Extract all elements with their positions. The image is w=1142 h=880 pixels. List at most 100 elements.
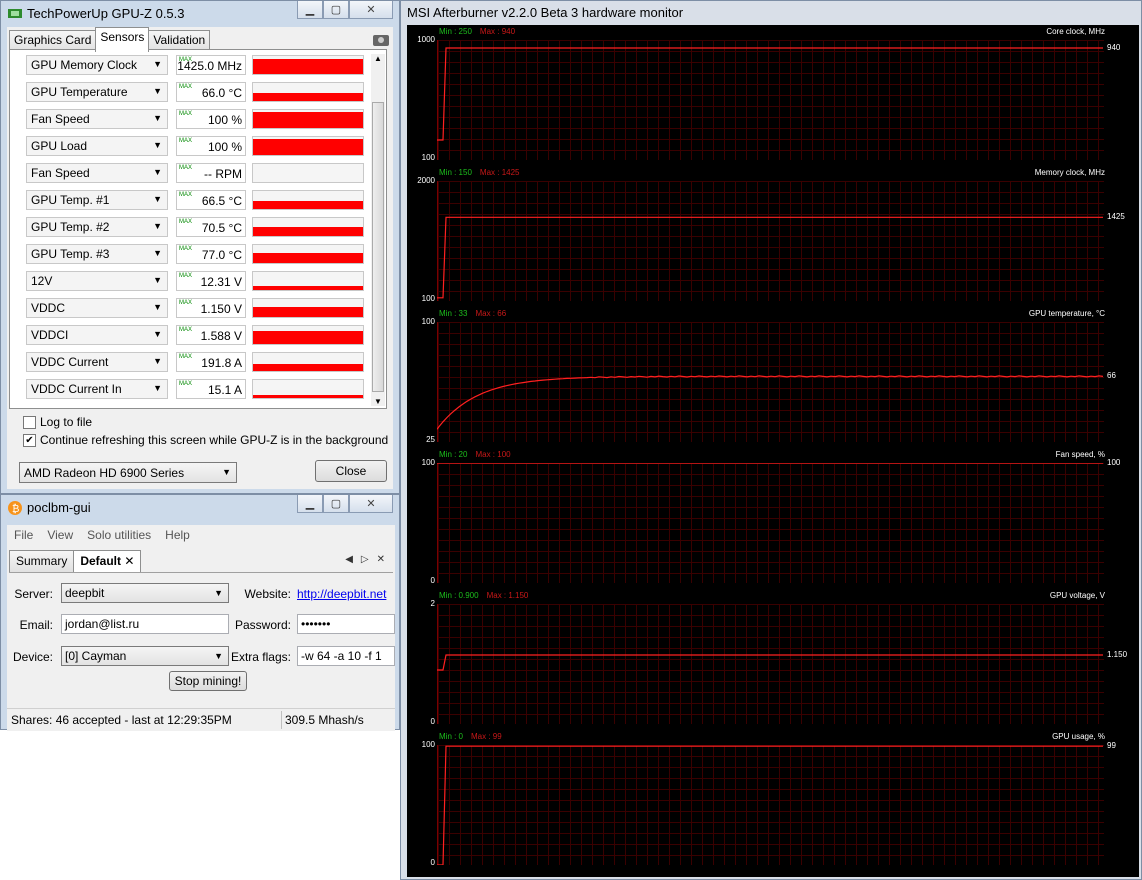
sensor-name-select[interactable]: VDDC Current In ▼ <box>26 379 168 399</box>
sensor-value-box: MAX 66.0 °C <box>176 82 246 102</box>
poclbm-client: File View Solo utilities Help Summary De… <box>7 525 395 731</box>
sensor-name-select[interactable]: GPU Load ▼ <box>26 136 168 156</box>
maximize-button[interactable]: ▢ <box>323 495 349 513</box>
tab-summary[interactable]: Summary <box>9 550 75 572</box>
scrollbar-thumb[interactable] <box>372 102 384 392</box>
svg-text:₿: ₿ <box>12 503 19 515</box>
chevron-down-icon: ▼ <box>153 248 162 258</box>
sensor-name-select[interactable]: GPU Temp. #3 ▼ <box>26 244 168 264</box>
sensor-name-select[interactable]: 12V ▼ <box>26 271 168 291</box>
monitor-graph: Min : 0.900 Max : 1.150 GPU voltage, V 2 0 1.… <box>407 589 1139 730</box>
stop-mining-button[interactable]: Stop mining! <box>169 671 247 691</box>
graph-line-svg <box>437 745 1103 865</box>
sensor-name-select[interactable]: GPU Temp. #1 ▼ <box>26 190 168 210</box>
sensor-value: 1.150 V <box>200 302 242 316</box>
gpuz-titlebar[interactable]: TechPowerUp GPU-Z 0.5.3 ▁ ▢ ✕ <box>1 1 399 27</box>
refresh-checkbox-box[interactable]: ✔ <box>23 433 36 447</box>
gpuz-client: Graphics Card Sensors Validation GPU Mem… <box>7 27 393 489</box>
scroll-down-icon[interactable]: ▼ <box>374 397 382 406</box>
sensor-graph-fill <box>253 364 363 371</box>
graph-ymax: 100 <box>421 317 435 326</box>
graph-ymin: 0 <box>430 858 435 867</box>
status-bar: Shares: 46 accepted - last at 12:29:35PM… <box>7 708 395 731</box>
sensor-name-select[interactable]: GPU Temperature ▼ <box>26 82 168 102</box>
extra-flags-field[interactable]: -w 64 -a 10 -f 1 <box>297 646 395 666</box>
tab-sensors[interactable]: Sensors <box>95 27 150 52</box>
max-badge: MAX <box>179 273 193 279</box>
max-badge: MAX <box>179 111 193 117</box>
sensor-value-box: MAX 1425.0 MHz <box>176 55 246 75</box>
sensor-name-select[interactable]: VDDCI ▼ <box>26 325 168 345</box>
close-tab-icon[interactable]: ✕ <box>124 554 134 568</box>
graph-min: Min : 20 <box>439 450 468 459</box>
extra-flags-label: Extra flags: <box>230 650 291 664</box>
sensor-name-select[interactable]: Fan Speed ▼ <box>26 109 168 129</box>
close-window-button[interactable]: ✕ <box>349 1 393 19</box>
bitcoin-icon: ₿ <box>8 501 22 515</box>
tab-graphics-card[interactable]: Graphics Card <box>9 30 97 51</box>
tab-validation[interactable]: Validation <box>148 30 211 51</box>
sensor-value-box: MAX 100 % <box>176 136 246 156</box>
website-link[interactable]: http://deepbit.net <box>297 587 386 601</box>
monitor-graph: Min : 150 Max : 1425 Memory clock, MHz 2000… <box>407 166 1139 307</box>
graph-ymin: 100 <box>421 294 435 303</box>
password-field[interactable]: ••••••• <box>297 614 395 634</box>
max-badge: MAX <box>179 165 193 171</box>
series-line <box>437 216 1103 299</box>
server-select[interactable]: deepbit ▼ <box>61 583 229 603</box>
menu-help[interactable]: Help <box>158 525 197 545</box>
log-checkbox-box[interactable] <box>23 415 36 429</box>
chevron-down-icon: ▼ <box>153 356 162 366</box>
status-shares: Shares: 46 accepted - last at 12:29:35PM <box>11 713 232 727</box>
website-label: Website: <box>244 587 291 601</box>
chevron-down-icon: ▼ <box>153 302 162 312</box>
minimize-button[interactable]: ▁ <box>297 1 323 19</box>
minimize-button[interactable]: ▁ <box>297 495 323 513</box>
sensor-name-select[interactable]: GPU Temp. #2 ▼ <box>26 217 168 237</box>
tab-default[interactable]: Default ✕ <box>73 550 142 572</box>
sensor-row: GPU Temp. #2 ▼ MAX 70.5 °C <box>26 217 366 239</box>
graph-title: Memory clock, MHz <box>1034 168 1105 177</box>
graph-line-svg <box>437 375 1103 430</box>
sensor-name-select[interactable]: Fan Speed ▼ <box>26 163 168 183</box>
sensor-row: Fan Speed ▼ MAX 100 % <box>26 109 366 131</box>
close-window-button[interactable]: ✕ <box>349 495 393 513</box>
gpuz-title: TechPowerUp GPU-Z 0.5.3 <box>27 6 185 21</box>
tab-scroll-arrows[interactable]: ◀▷✕ <box>345 554 393 565</box>
graph-max: Max : 1.150 <box>486 591 529 600</box>
log-to-file-checkbox[interactable]: Log to file <box>23 415 92 429</box>
sensor-graph-fill <box>253 112 363 128</box>
sensor-name: GPU Temp. #3 <box>31 247 110 261</box>
sensor-scrollbar[interactable]: ▲ ▼ <box>371 54 385 406</box>
menu-solo-utilities[interactable]: Solo utilities <box>80 525 158 545</box>
monitor-graph: Min : 250 Max : 940 Core clock, MHz 1000 100… <box>407 25 1139 166</box>
monitor-graph: Min : 33 Max : 66 GPU temperature, °C 100 25… <box>407 307 1139 448</box>
sensor-name-select[interactable]: VDDC Current ▼ <box>26 352 168 372</box>
continue-refresh-checkbox[interactable]: ✔ Continue refreshing this screen while … <box>23 433 388 447</box>
series-line <box>437 375 1103 430</box>
email-label: Email: <box>19 618 53 632</box>
chevron-down-icon: ▼ <box>222 467 231 477</box>
graph-max: Max : 1425 <box>479 168 520 177</box>
scroll-up-icon[interactable]: ▲ <box>374 54 382 63</box>
graph-ymax: 100 <box>421 458 435 467</box>
sensor-graph <box>252 298 364 318</box>
sensor-name-select[interactable]: GPU Memory Clock ▼ <box>26 55 168 75</box>
card-select[interactable]: AMD Radeon HD 6900 Series ▼ <box>19 462 237 483</box>
camera-icon[interactable] <box>373 35 389 46</box>
poclbm-titlebar[interactable]: ₿ poclbm-gui ▁ ▢ ✕ <box>1 495 399 521</box>
menu-file[interactable]: File <box>7 525 40 545</box>
menu-view[interactable]: View <box>40 525 80 545</box>
device-select[interactable]: [0] Cayman ▼ <box>61 646 229 666</box>
maximize-button[interactable]: ▢ <box>323 1 349 19</box>
poclbm-title: poclbm-gui <box>27 500 91 515</box>
sensor-value: 70.5 °C <box>201 221 242 235</box>
email-field[interactable]: jordan@list.ru <box>61 614 229 634</box>
sensor-graph-fill <box>253 201 363 209</box>
afterburner-window: MSI Afterburner v2.2.0 Beta 3 hardware m… <box>400 0 1142 880</box>
sensor-graph-fill <box>253 253 363 263</box>
close-button[interactable]: Close <box>315 460 387 482</box>
graph-ymax: 2000 <box>417 176 435 185</box>
sensor-name-select[interactable]: VDDC ▼ <box>26 298 168 318</box>
sensor-name: Fan Speed <box>31 166 90 180</box>
